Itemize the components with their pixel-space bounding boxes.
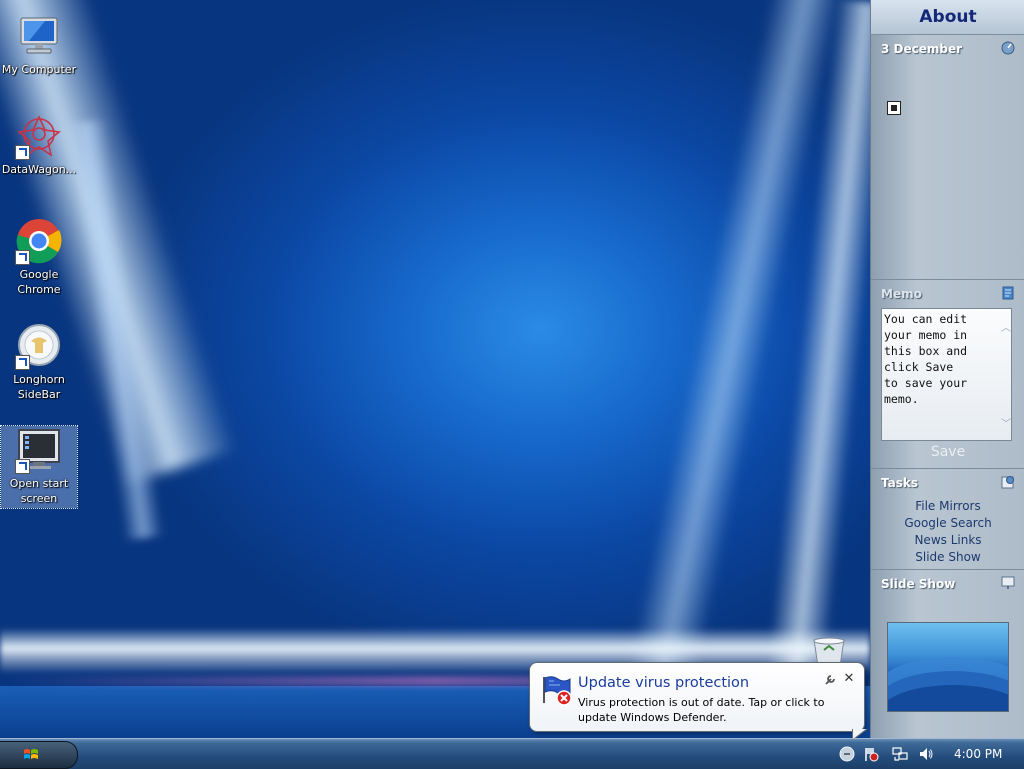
balloon-message: Virus protection is out of date. Tap or …: [578, 696, 825, 724]
taskbar: 4:00 PM: [0, 738, 1024, 769]
shortcut-arrow-icon: [15, 250, 30, 265]
volume-icon[interactable]: [918, 746, 934, 762]
desktop-icon-label: My Computer: [1, 63, 77, 76]
memo-title: Memo: [881, 287, 922, 301]
clock-date: 3 December: [881, 42, 963, 56]
task-link-slide-show[interactable]: Slide Show: [871, 550, 1024, 564]
start-button[interactable]: [0, 741, 78, 769]
memo-scroll-down-icon[interactable]: ﹀: [1001, 420, 1011, 430]
windows-logo-icon: [23, 747, 39, 763]
task-link-google-search[interactable]: Google Search: [871, 516, 1024, 530]
start-screen-icon: [15, 426, 63, 474]
balloon-title: Update virus protection: [578, 675, 750, 691]
light-streak: [763, 0, 870, 702]
desktop-wallpaper: [0, 0, 870, 738]
sidebar-tile-tasks: Tasks File Mirrors Google Search News Li…: [871, 469, 1024, 570]
light-streak: [65, 119, 165, 541]
light-streak: [627, 0, 843, 680]
wrench-icon[interactable]: [824, 674, 836, 686]
desktop-icon-label: Open start screen: [9, 477, 69, 505]
desktop-icon-label: Longhorn SideBar: [13, 373, 65, 401]
memo-tile-icon[interactable]: [1001, 286, 1015, 300]
tasks-tile-icon[interactable]: [1001, 475, 1015, 489]
balloon-close-button[interactable]: ✕: [842, 672, 856, 686]
action-center-icon[interactable]: [839, 746, 855, 762]
sidebar-tile-memo: Memo You can edit your memo in this box …: [871, 280, 1024, 469]
memo-scroll-up-icon[interactable]: ︿: [1001, 324, 1011, 334]
desktop-icon-label: DataWagon...: [1, 163, 77, 176]
tasks-title: Tasks: [881, 476, 919, 490]
security-flag-icon: [540, 673, 574, 707]
clock-tile-icon[interactable]: [1001, 41, 1015, 55]
chrome-icon: [15, 217, 63, 265]
slideshow-title: Slide Show: [881, 577, 956, 591]
desktop-icon-longhorn-sidebar[interactable]: Longhorn SideBar: [1, 322, 77, 402]
task-link-file-mirrors[interactable]: File Mirrors: [871, 499, 1024, 513]
notification-balloon[interactable]: Update virus protection Virus protection…: [529, 662, 865, 732]
sidebar-about-header[interactable]: About: [871, 0, 1024, 35]
clock-checkbox[interactable]: [887, 101, 901, 115]
system-tray: 4:00 PM: [834, 739, 1024, 769]
shortcut-arrow-icon: [15, 145, 30, 160]
taskbar-clock[interactable]: 4:00 PM: [954, 747, 1002, 761]
desktop-icon-label: Google Chrome: [17, 268, 61, 296]
my-computer-icon: [15, 12, 63, 60]
datawagon-icon: [15, 112, 63, 160]
slideshow-image[interactable]: [887, 622, 1009, 712]
shortcut-arrow-icon: [15, 355, 30, 370]
task-link-news-links[interactable]: News Links: [871, 533, 1024, 547]
network-icon[interactable]: [892, 746, 908, 762]
desktop-icon-google-chrome[interactable]: Google Chrome: [1, 217, 77, 297]
longhorn-sidebar: About 3 December Memo You can edit your …: [870, 0, 1024, 738]
sidebar-tile-slideshow: Slide Show: [871, 570, 1024, 740]
desktop-icon-datawagon[interactable]: DataWagon...: [1, 112, 77, 177]
windows-defender-icon[interactable]: [863, 746, 879, 762]
desktop-icon-open-start-screen[interactable]: Open start screen: [0, 425, 78, 509]
shortcut-arrow-icon: [15, 459, 30, 474]
longhorn-sidebar-icon: [15, 322, 63, 370]
desktop-icon-my-computer[interactable]: My Computer: [1, 12, 77, 77]
slideshow-tile-icon[interactable]: [1001, 576, 1015, 590]
sidebar-tile-clock: 3 December: [871, 35, 1024, 280]
memo-textarea[interactable]: You can edit your memo in this box and c…: [881, 308, 1012, 441]
memo-save-button[interactable]: Save: [871, 444, 1024, 460]
